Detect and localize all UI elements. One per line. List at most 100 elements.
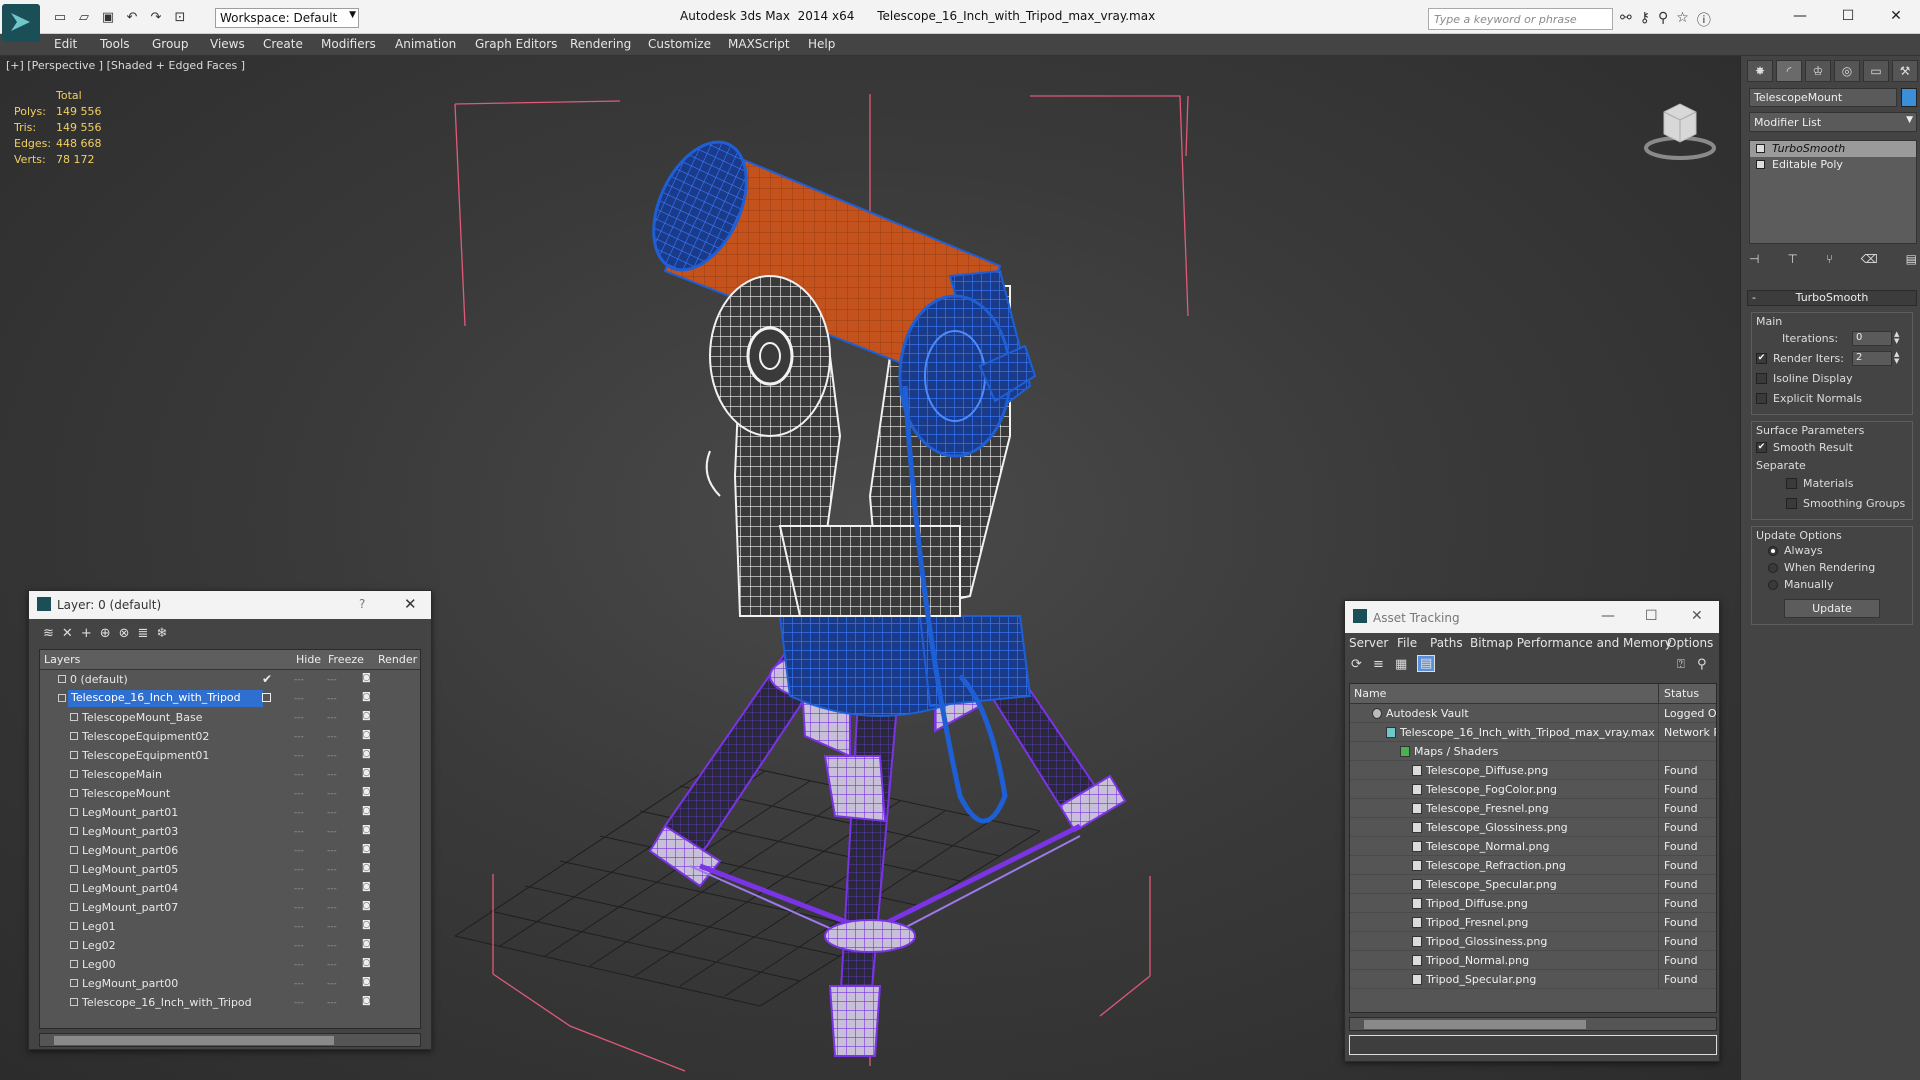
- asset-row[interactable]: Telescope_16_Inch_with_Tripod_max_vray.m…: [1350, 723, 1716, 742]
- render-toggle-icon[interactable]: ◙: [362, 863, 371, 873]
- select-objects-icon[interactable]: ⊗: [119, 626, 130, 641]
- help-icon[interactable]: ⓘ: [1697, 10, 1711, 30]
- render-iters-spinner[interactable]: 2: [1852, 350, 1892, 366]
- layer-name[interactable]: LegMount_part05: [82, 863, 178, 876]
- menu-modifiers[interactable]: Modifiers: [321, 37, 376, 51]
- menu-graph-editors[interactable]: Graph Editors: [475, 37, 557, 51]
- name-column-header[interactable]: Name: [1354, 687, 1386, 700]
- freeze-toggle-icon[interactable]: ---: [327, 789, 337, 799]
- viewcube-icon[interactable]: [1640, 86, 1720, 166]
- layer-window-titlebar[interactable]: Layer: 0 (default) ? ✕: [29, 591, 431, 619]
- freeze-toggle-icon[interactable]: ---: [327, 979, 337, 989]
- modifier-list-dropdown[interactable]: Modifier List ▼: [1749, 112, 1917, 132]
- expand-icon[interactable]: [1756, 160, 1765, 169]
- layer-name[interactable]: Telescope_16_Inch_with_Tripod: [68, 690, 263, 707]
- menu-help[interactable]: Help: [808, 37, 835, 51]
- hide-toggle-icon[interactable]: ---: [294, 960, 304, 970]
- asset-row[interactable]: Tripod_Specular.png Found: [1350, 970, 1716, 989]
- key-icon[interactable]: ⚷: [1640, 10, 1650, 30]
- new-file-icon[interactable]: ▭: [50, 8, 70, 26]
- layer-row[interactable]: TelescopeMount --- --- ◙: [40, 784, 420, 803]
- freeze-toggle-icon[interactable]: ---: [327, 827, 337, 837]
- freeze-toggle-icon[interactable]: ---: [327, 675, 337, 685]
- configure-sets-icon[interactable]: ▤: [1906, 252, 1917, 266]
- menu-animation[interactable]: Animation: [395, 37, 456, 51]
- layer-name[interactable]: LegMount_part01: [82, 806, 178, 819]
- layer-name[interactable]: LegMount_part04: [82, 882, 178, 895]
- status-column-header[interactable]: Status: [1664, 687, 1699, 700]
- motion-tab-icon[interactable]: ◎: [1834, 60, 1860, 82]
- binoculars-icon[interactable]: ⚯: [1620, 10, 1632, 30]
- freeze-toggle-icon[interactable]: ---: [327, 770, 337, 780]
- create-tab-icon[interactable]: ✸: [1747, 60, 1773, 82]
- freeze-toggle-icon[interactable]: ---: [327, 713, 337, 723]
- layer-row[interactable]: TelescopeMain --- --- ◙: [40, 765, 420, 784]
- layer-row[interactable]: LegMount_part03 --- --- ◙: [40, 822, 420, 841]
- search-input[interactable]: Type a keyword or phrase: [1428, 8, 1613, 30]
- hide-toggle-icon[interactable]: ---: [294, 713, 304, 723]
- render-toggle-icon[interactable]: ◙: [362, 806, 371, 816]
- render-toggle-icon[interactable]: ◙: [362, 920, 371, 930]
- grid-view-icon[interactable]: ▤: [1417, 655, 1436, 672]
- hide-toggle-icon[interactable]: ---: [294, 979, 304, 989]
- hide-toggle-icon[interactable]: ---: [294, 770, 304, 780]
- render-toggle-icon[interactable]: ◙: [362, 768, 371, 778]
- render-toggle-icon[interactable]: ◙: [362, 825, 371, 835]
- horizontal-scrollbar[interactable]: [39, 1033, 421, 1047]
- object-color-swatch[interactable]: [1901, 88, 1917, 107]
- layer-name[interactable]: Telescope_16_Inch_with_Tripod: [82, 996, 252, 1009]
- hide-toggle-icon[interactable]: ---: [294, 941, 304, 951]
- close-button[interactable]: ✕: [1691, 608, 1703, 624]
- horizontal-scrollbar[interactable]: [1349, 1017, 1717, 1031]
- asset-row[interactable]: Tripod_Diffuse.png Found: [1350, 894, 1716, 913]
- asset-row[interactable]: Telescope_Refraction.png Found: [1350, 856, 1716, 875]
- hide-toggle-icon[interactable]: ---: [294, 865, 304, 875]
- hide-toggle-icon[interactable]: ---: [294, 922, 304, 932]
- object-name-field[interactable]: TelescopeMount: [1749, 88, 1897, 107]
- iterations-spinner[interactable]: 0: [1852, 330, 1892, 346]
- layer-row[interactable]: LegMount_part04 --- --- ◙: [40, 879, 420, 898]
- render-toggle-icon[interactable]: ◙: [362, 977, 371, 987]
- layer-row[interactable]: Telescope_16_Inch_with_Tripod --- --- ◙: [40, 993, 420, 1012]
- layer-row[interactable]: TelescopeMount_Base --- --- ◙: [40, 708, 420, 727]
- close-button[interactable]: ✕: [404, 595, 417, 613]
- save-file-icon[interactable]: ▣: [98, 8, 118, 26]
- pin-stack-icon[interactable]: ⊣: [1749, 252, 1759, 266]
- always-radio[interactable]: [1768, 545, 1778, 556]
- layer-name[interactable]: Leg00: [82, 958, 116, 971]
- menu-maxscript[interactable]: MAXScript: [728, 37, 790, 51]
- close-button[interactable]: ✕: [1872, 0, 1920, 32]
- explicit-normals-checkbox[interactable]: [1756, 392, 1767, 404]
- layers-column-header[interactable]: Layers: [44, 653, 80, 666]
- render-toggle-icon[interactable]: ◙: [362, 882, 371, 892]
- render-toggle-icon[interactable]: ◙: [362, 901, 371, 911]
- freeze-toggle-icon[interactable]: ---: [327, 941, 337, 951]
- render-iters-checkbox[interactable]: ✔: [1756, 352, 1767, 364]
- freeze-column-header[interactable]: Freeze: [328, 653, 364, 666]
- scrollbar-thumb[interactable]: [54, 1036, 334, 1045]
- layer-name[interactable]: TelescopeEquipment01: [82, 749, 209, 762]
- freeze-toggle-icon[interactable]: ---: [327, 732, 337, 742]
- layer-name[interactable]: 0 (default): [70, 673, 128, 686]
- project-folder-icon[interactable]: ⊡: [170, 8, 190, 26]
- asset-row[interactable]: Autodesk Vault Logged Out: [1350, 704, 1716, 723]
- render-column-header[interactable]: Render: [378, 653, 417, 666]
- asset-row[interactable]: Tripod_Fresnel.png Found: [1350, 913, 1716, 932]
- refresh-icon[interactable]: ⟳: [1351, 657, 1362, 672]
- layer-row[interactable]: LegMount_part05 --- --- ◙: [40, 860, 420, 879]
- asset-row[interactable]: Maps / Shaders: [1350, 742, 1716, 761]
- render-toggle-icon[interactable]: ◙: [362, 939, 371, 949]
- select-highlighted-icon[interactable]: ⊕: [100, 626, 111, 641]
- freeze-toggle-icon[interactable]: ---: [327, 751, 337, 761]
- satellite-icon[interactable]: ⚲: [1658, 10, 1668, 30]
- when-rendering-radio[interactable]: [1768, 562, 1778, 573]
- minimize-button[interactable]: —: [1776, 0, 1824, 32]
- menu-tools[interactable]: Tools: [100, 37, 130, 51]
- menu-rendering[interactable]: Rendering: [570, 37, 631, 51]
- freeze-toggle-icon[interactable]: ---: [327, 922, 337, 932]
- spinner-arrows-icon[interactable]: ▲ ▼: [1894, 351, 1899, 365]
- app-logo[interactable]: [2, 4, 40, 42]
- freeze-toggle-icon[interactable]: ---: [327, 865, 337, 875]
- layer-manager-icon[interactable]: ≋: [43, 626, 54, 641]
- hide-toggle-icon[interactable]: ---: [294, 998, 304, 1008]
